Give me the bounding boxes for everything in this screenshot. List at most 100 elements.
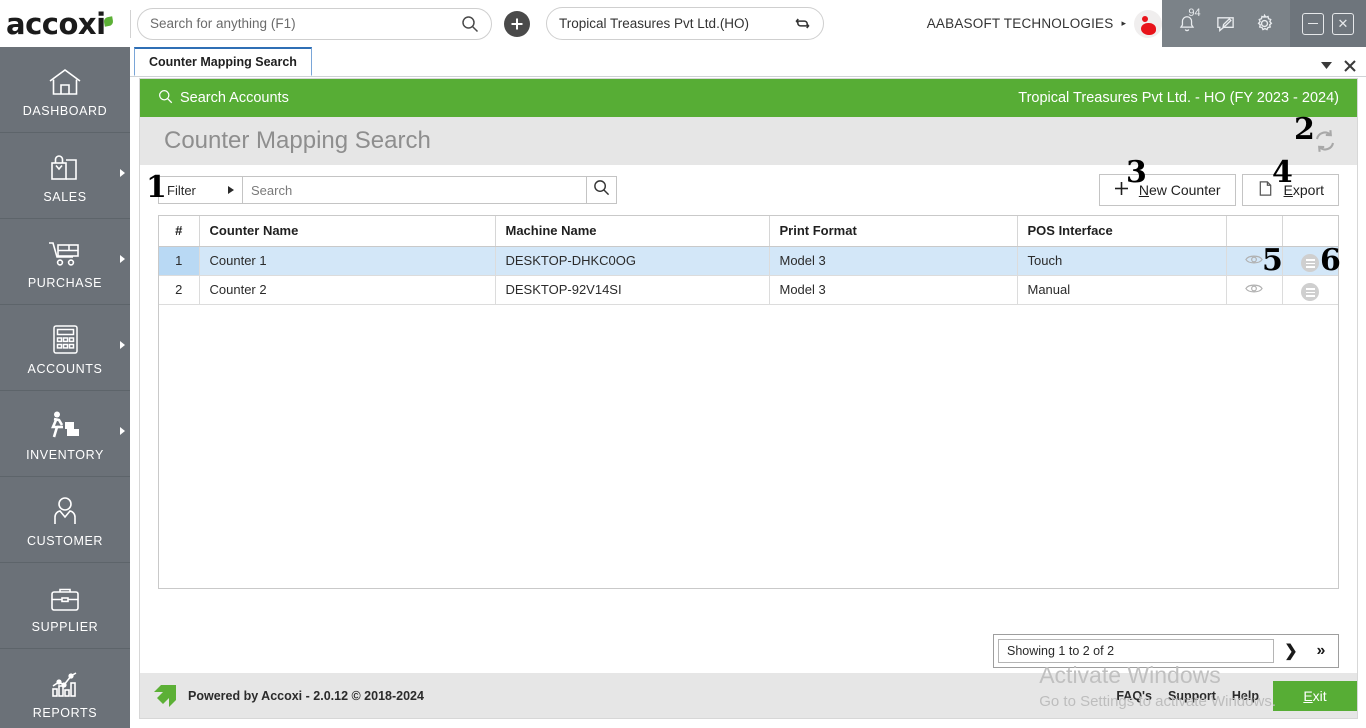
calculator-icon xyxy=(52,319,79,355)
chevron-right-icon xyxy=(228,186,234,194)
new-counter-rest: ew Counter xyxy=(1148,182,1221,198)
sidebar-item-dashboard[interactable]: DASHBOARD xyxy=(0,47,130,133)
refresh-icon[interactable] xyxy=(1311,127,1339,155)
logo-leaf-icon xyxy=(103,15,114,27)
table-header: # Counter Name Machine Name Print Format… xyxy=(159,216,1338,247)
table-header-row: # Counter Name Machine Name Print Format… xyxy=(159,216,1338,247)
close-button[interactable]: ✕ xyxy=(1332,12,1354,35)
search-accounts-link[interactable]: Search Accounts xyxy=(158,89,289,108)
exit-label: xit xyxy=(1312,687,1327,704)
window-controls: ✕ xyxy=(1290,0,1366,47)
company-selector[interactable]: Tropical Treasures Pvt Ltd.(HO) xyxy=(546,7,824,40)
logo-text: accoxi xyxy=(6,6,106,41)
tab-controls xyxy=(1321,60,1366,76)
avatar[interactable] xyxy=(1134,9,1162,38)
warehouse-worker-icon xyxy=(47,405,83,441)
search-icon[interactable] xyxy=(461,15,479,33)
avatar-shape-secondary xyxy=(1142,15,1148,22)
minimize-button[interactable] xyxy=(1302,12,1324,35)
sidebar-label-sales: SALES xyxy=(43,190,87,204)
switch-company-icon[interactable] xyxy=(794,15,811,32)
col-index: # xyxy=(159,216,200,247)
cell-print-format: Model 3 xyxy=(769,275,1018,305)
page-container: Search Accounts Tropical Treasures Pvt L… xyxy=(139,78,1358,719)
notification-badge: 94 xyxy=(1188,6,1201,19)
green-header-right-label: Tropical Treasures Pvt Ltd. - HO (FY 202… xyxy=(1018,90,1339,106)
home-icon xyxy=(48,61,82,97)
table-row[interactable]: 2 Counter 2 DESKTOP-92V14SI Model 3 Manu… xyxy=(159,275,1338,305)
search-icon xyxy=(593,179,610,201)
col-pos-interface: POS Interface xyxy=(1017,216,1227,247)
sidebar-item-sales[interactable]: SALES xyxy=(0,133,130,219)
top-bar: accoxi Tropical Treasures Pvt Ltd.(HO) xyxy=(0,0,1366,47)
chevron-right-icon[interactable] xyxy=(120,255,125,263)
notifications-icon[interactable]: 94 xyxy=(1171,6,1203,40)
filter-button[interactable]: Filter xyxy=(158,176,243,204)
chevron-down-icon[interactable] xyxy=(1321,62,1332,70)
new-counter-button[interactable]: New Counter xyxy=(1098,174,1236,206)
sidebar-item-reports[interactable]: REPORTS xyxy=(0,649,130,728)
cell-actions[interactable] xyxy=(1282,275,1338,305)
cell-view[interactable] xyxy=(1226,275,1283,305)
footer-links: FAQ's Support Help xyxy=(1116,689,1267,703)
footer-link-support[interactable]: Support xyxy=(1168,689,1216,703)
annotation-marker-1: 1 xyxy=(146,170,167,205)
messages-icon[interactable] xyxy=(1210,8,1242,40)
col-view xyxy=(1226,216,1283,247)
sidebar-label-dashboard: DASHBOARD xyxy=(22,104,108,118)
sidebar-item-customer[interactable]: CUSTOMER xyxy=(0,477,130,563)
powered-by-text: Powered by Accoxi - 2.0.12 © 2018-2024 xyxy=(188,688,424,703)
new-counter-label: New Counter xyxy=(1139,182,1221,198)
green-header: Search Accounts Tropical Treasures Pvt L… xyxy=(140,79,1357,117)
search-input[interactable] xyxy=(251,182,578,198)
last-page-button[interactable]: » xyxy=(1308,639,1334,663)
shopping-bag-icon xyxy=(49,147,81,183)
chevron-right-icon[interactable]: ▸ xyxy=(1121,18,1126,29)
next-page-button[interactable]: ❯ xyxy=(1278,639,1304,663)
search-submit-button[interactable] xyxy=(587,176,617,204)
cell-print-format: Model 3 xyxy=(769,246,1018,276)
bar-chart-icon xyxy=(49,663,81,699)
eye-icon[interactable] xyxy=(1245,254,1263,269)
export-icon xyxy=(1257,180,1274,200)
org-area[interactable]: AABASOFT TECHNOLOGIES ▸ xyxy=(927,0,1162,47)
sidebar-label-inventory: INVENTORY xyxy=(26,448,104,462)
sidebar-item-accounts[interactable]: ACCOUNTS xyxy=(0,305,130,391)
accoxi-mark-icon xyxy=(152,683,178,709)
gear-icon[interactable] xyxy=(1249,8,1281,40)
footer-link-faqs[interactable]: FAQ's xyxy=(1116,689,1152,703)
company-name: Tropical Treasures Pvt Ltd.(HO) xyxy=(559,16,750,31)
sidebar-item-supplier[interactable]: SUPPLIER xyxy=(0,563,130,649)
exit-accel: E xyxy=(1303,687,1313,704)
cell-pos-interface: Manual xyxy=(1017,275,1227,305)
filter-label: Filter xyxy=(167,182,196,198)
global-search[interactable] xyxy=(137,7,492,40)
table-row[interactable]: 1 Counter 1 DESKTOP-DHKC0OG Model 3 Touc… xyxy=(159,246,1338,276)
sidebar-label-customer: CUSTOMER xyxy=(26,534,104,548)
global-search-input[interactable] xyxy=(150,16,461,31)
chevron-right-icon[interactable] xyxy=(120,427,125,435)
sidebar-item-purchase[interactable]: PURCHASE xyxy=(0,219,130,305)
exit-button[interactable]: Exit xyxy=(1273,680,1357,711)
annotation-marker-5: 5 xyxy=(1262,243,1283,278)
shopping-cart-icon xyxy=(47,233,83,269)
add-new-button[interactable] xyxy=(504,10,530,37)
close-tab-icon[interactable] xyxy=(1344,60,1356,72)
sidebar-item-inventory[interactable]: INVENTORY xyxy=(0,391,130,477)
pagination-box: Showing 1 to 2 of 2 ❯ » xyxy=(993,634,1339,668)
sidebar-label-reports: REPORTS xyxy=(32,706,98,720)
briefcase-icon xyxy=(49,577,81,613)
hamburger-menu-icon[interactable] xyxy=(1301,254,1320,273)
cell-pos-interface: Touch xyxy=(1017,246,1227,276)
chevron-right-icon[interactable] xyxy=(120,169,125,177)
chevron-right-icon[interactable] xyxy=(120,341,125,349)
pagination: Showing 1 to 2 of 2 ❯ » xyxy=(993,634,1339,668)
search-field[interactable] xyxy=(243,176,587,204)
footer-link-help[interactable]: Help xyxy=(1232,689,1259,703)
hamburger-menu-icon[interactable] xyxy=(1301,283,1320,302)
tab-counter-mapping-search[interactable]: Counter Mapping Search xyxy=(134,47,312,76)
person-icon xyxy=(51,491,79,527)
search-icon xyxy=(158,89,173,108)
annotation-marker-4: 4 xyxy=(1272,155,1293,190)
eye-icon[interactable] xyxy=(1245,283,1263,298)
